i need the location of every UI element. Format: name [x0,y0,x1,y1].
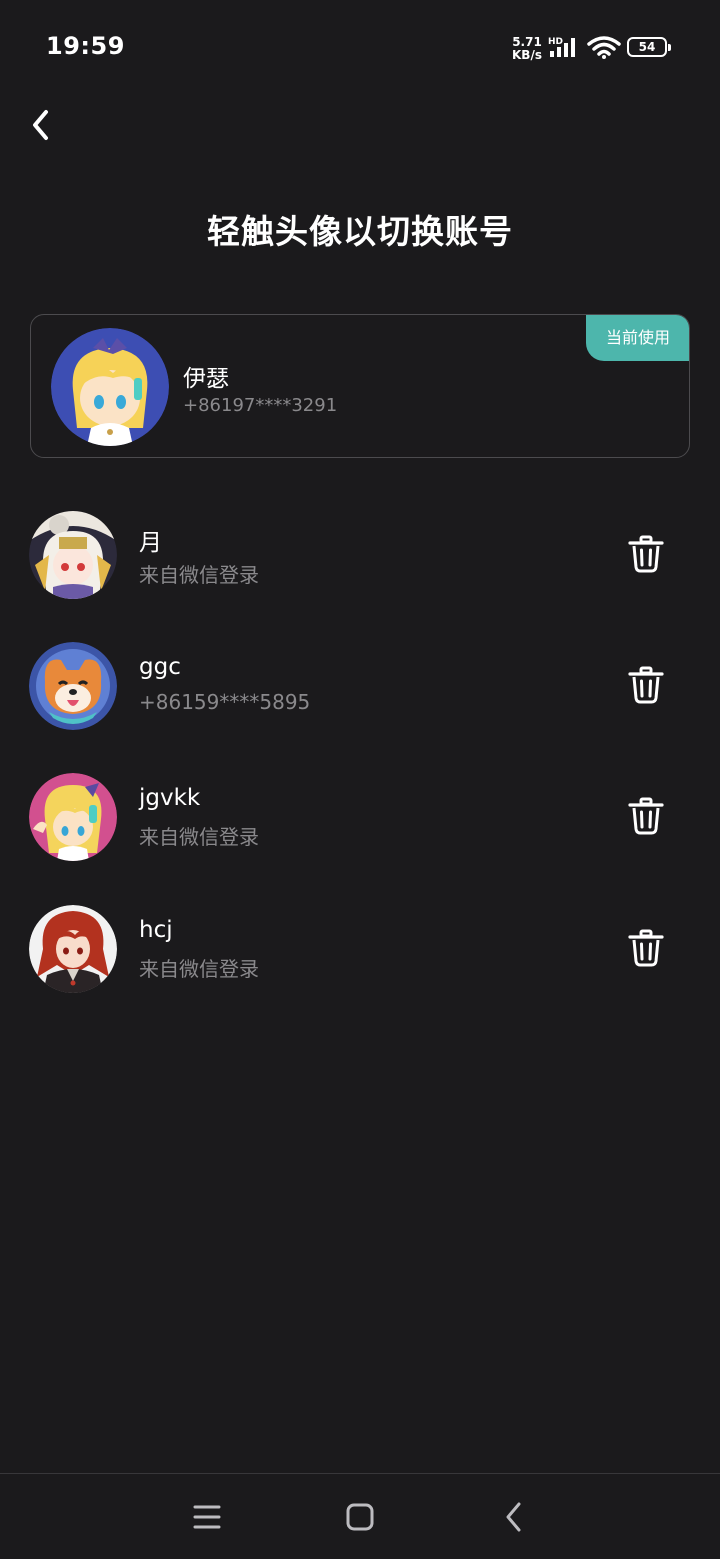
signal-icon: HD [548,37,575,57]
battery-icon: 54 [627,37,671,57]
list-item[interactable]: jgvkk 来自微信登录 [0,773,720,893]
current-account-name: 伊瑟 [183,366,229,392]
avatar[interactable] [29,905,117,993]
account-name: hcj [139,917,173,943]
home-button[interactable] [338,1496,382,1540]
network-speed-unit: KB/s [512,48,542,62]
avatar[interactable] [29,773,117,861]
account-name: ggc [139,654,181,680]
menu-icon [193,1505,221,1529]
trash-icon[interactable] [626,665,666,705]
wifi-icon [587,36,621,59]
page-title: 轻触头像以切换账号 [207,212,513,251]
network-speed: 5.71 KB/s [509,36,545,62]
current-account-card[interactable]: 当前使用 伊瑟 +86197****3291 [30,314,690,458]
account-name: jgvkk [139,785,201,811]
account-name: 月 [139,530,162,556]
avatar[interactable] [51,328,169,446]
status-time: 19:59 [46,32,125,60]
back-button[interactable] [20,104,64,148]
menu-button[interactable] [185,1496,229,1540]
home-square-icon [346,1503,374,1531]
status-bar: 19:59 5.71 KB/s HD 54 [0,0,720,95]
list-item[interactable]: ggc +86159****5895 [0,642,720,762]
system-nav-bar [0,1473,720,1559]
avatar[interactable] [29,642,117,730]
trash-icon[interactable] [626,796,666,836]
trash-icon[interactable] [626,534,666,574]
current-account-phone: +86197****3291 [183,395,338,416]
list-item[interactable]: 月 来自微信登录 [0,511,720,631]
account-subtitle: +86159****5895 [139,690,311,714]
chevron-left-icon [33,110,48,140]
system-back-button[interactable] [491,1496,535,1540]
account-subtitle: 来自微信登录 [139,563,259,587]
current-badge: 当前使用 [586,315,689,361]
battery-level: 54 [638,40,656,54]
account-switch-screen: 19:59 5.71 KB/s HD 54 轻触头像以切换账号 当前使用 伊瑟 … [0,0,720,1559]
avatar[interactable] [29,511,117,599]
trash-icon[interactable] [626,928,666,968]
list-item[interactable]: hcj 来自微信登录 [0,905,720,1025]
back-arrow-icon [506,1502,521,1532]
account-subtitle: 来自微信登录 [139,957,259,981]
network-type-label: HD [548,37,563,47]
account-subtitle: 来自微信登录 [139,825,259,849]
